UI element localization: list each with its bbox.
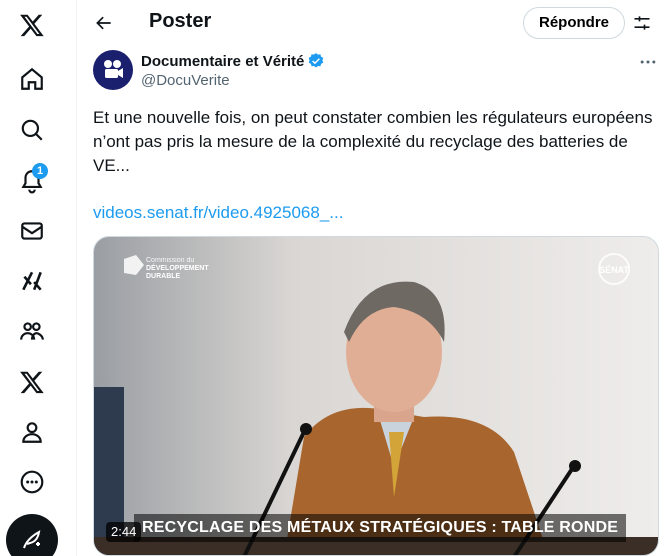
premium-x-icon[interactable] xyxy=(8,358,56,406)
messages-icon[interactable] xyxy=(8,207,56,255)
sliders-icon xyxy=(634,16,650,30)
post-text: Et une nouvelle fois, on peut constater … xyxy=(93,108,653,175)
video-duration: 2:44 xyxy=(106,522,142,542)
senat-logo-text: SÉNAT xyxy=(599,265,629,275)
author-name-text: Documentaire et Vérité xyxy=(141,52,305,70)
notifications-icon[interactable]: 1 xyxy=(8,157,56,205)
commission-line1: DÉVELOPPEMENT xyxy=(146,265,209,272)
video-caption: RECYCLAGE DES MÉTAUX STRATÉGIQUES : TABL… xyxy=(134,514,627,542)
compose-button[interactable] xyxy=(6,514,58,556)
commission-small-text: Commission du xyxy=(146,257,195,264)
reply-button[interactable]: Répondre xyxy=(523,7,626,39)
search-icon[interactable] xyxy=(8,106,56,154)
filter-settings-button[interactable] xyxy=(629,10,655,36)
back-arrow-icon xyxy=(96,16,111,30)
video-frame xyxy=(94,237,658,555)
more-horizontal-icon xyxy=(640,60,656,64)
camera-logo-icon xyxy=(104,60,123,78)
author-name[interactable]: Documentaire et Vérité xyxy=(141,52,325,70)
post-link[interactable]: videos.senat.fr/video.4925068_... xyxy=(93,201,343,225)
more-options-icon[interactable] xyxy=(8,458,56,506)
notification-badge: 1 xyxy=(32,163,48,179)
sidebar-nav: 1 xyxy=(0,0,77,556)
video-player[interactable]: Commission du DÉVELOPPEMENT DURABLE SÉNA… xyxy=(93,236,659,556)
commission-label: Commission du DÉVELOPPEMENT DURABLE xyxy=(146,257,226,281)
avatar[interactable] xyxy=(93,50,133,90)
senat-logo: SÉNAT xyxy=(594,251,634,287)
back-button[interactable] xyxy=(87,6,121,40)
post-header: Poster Répondre xyxy=(77,0,670,46)
commission-line2: DURABLE xyxy=(146,273,181,280)
profile-icon[interactable] xyxy=(8,408,56,456)
page-title: Poster xyxy=(149,10,212,32)
x-logo-icon[interactable] xyxy=(8,1,56,49)
author-handle[interactable]: @DocuVerite xyxy=(141,72,230,89)
compose-icon xyxy=(23,530,41,549)
home-icon[interactable] xyxy=(8,55,56,103)
verified-badge-icon xyxy=(309,53,324,68)
post-more-button[interactable] xyxy=(634,48,662,76)
grok-icon[interactable] xyxy=(8,257,56,305)
communities-icon[interactable] xyxy=(8,307,56,355)
